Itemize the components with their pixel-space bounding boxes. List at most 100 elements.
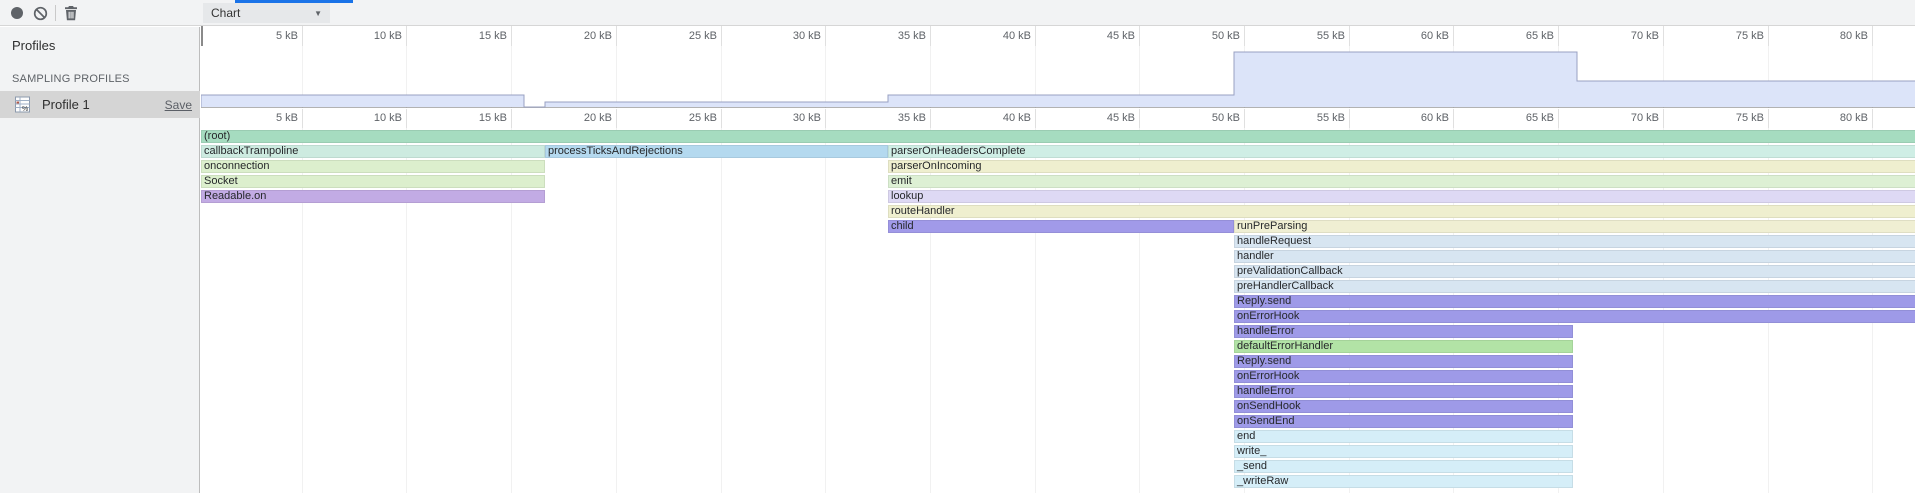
ruler-tick [616,109,617,128]
flame-bar[interactable]: defaultErrorHandler [1234,340,1573,353]
chevron-down-icon: ▼ [314,9,322,18]
record-heap-profile-button[interactable] [6,3,28,23]
flame-bar[interactable]: parserOnHeadersComplete [888,145,1915,158]
delete-profile-button[interactable] [60,3,82,23]
profile-item-selected[interactable]: % Profile 1 Save [0,91,200,118]
ruler-tick-label: 10 kB [326,30,402,42]
flame-bar[interactable]: onconnection [201,160,545,173]
view-mode-select[interactable]: Chart ▼ [203,3,330,23]
ruler-tick-label: 65 kB [1478,112,1554,124]
ruler-tick-label: 75 kB [1688,30,1764,42]
flame-bar[interactable]: parserOnIncoming [888,160,1915,173]
ruler-tick [1349,26,1350,46]
ruler-tick-label: 30 kB [745,30,821,42]
ruler-tick [1663,26,1664,46]
flame-bar[interactable]: Readable.on [201,190,545,203]
flame-bar[interactable]: child [888,220,1234,233]
ruler-tick-label: 80 kB [1792,112,1868,124]
flame-bar[interactable]: handleError [1234,385,1573,398]
profiles-sidebar: Profiles SAMPLING PROFILES % Profile 1 S… [0,27,200,493]
ruler-tick-label: 40 kB [955,112,1031,124]
ruler-tick [406,26,407,46]
ruler-tick-label: 50 kB [1164,112,1240,124]
profile-document-icon: % [14,96,31,113]
ruler-tick [1453,109,1454,128]
ruler-tick [1768,26,1769,46]
flame-bar[interactable]: handleError [1234,325,1573,338]
gridline [721,128,722,493]
ruler-tick-label: 45 kB [1059,30,1135,42]
ruler-tick-label: 15 kB [431,30,507,42]
flame-bar[interactable]: _send [1234,460,1573,473]
view-mode-value: Chart [211,6,240,20]
memory-overview-graph[interactable] [201,46,1915,108]
ruler-tick [616,26,617,46]
ruler-tick [1768,109,1769,128]
ruler-tick-label: 60 kB [1373,112,1449,124]
ruler-tick [511,26,512,46]
flame-bar[interactable]: preValidationCallback [1234,265,1915,278]
clear-all-profiles-button[interactable] [29,3,51,23]
flame-bar[interactable]: onErrorHook [1234,310,1915,323]
flame-chart[interactable]: (root) callbackTrampolineprocessTicksAndR… [201,128,1915,493]
ruler-tick-label: 40 kB [955,30,1031,42]
flame-bar[interactable]: onErrorHook [1234,370,1573,383]
ruler-bottom: 5 kB10 kB15 kB20 kB25 kB30 kB35 kB40 kB4… [201,109,1915,128]
flame-bar[interactable]: routeHandler [888,205,1915,218]
ruler-tick [1663,109,1664,128]
ruler-tick [930,109,931,128]
ruler-tick [721,26,722,46]
flame-bar[interactable]: onSendEnd [1234,415,1573,428]
ruler-tick [1035,109,1036,128]
ruler-tick [1558,109,1559,128]
flame-bar[interactable]: emit [888,175,1915,188]
flame-chart-pane: 5 kB10 kB15 kB20 kB25 kB30 kB35 kB40 kB4… [201,26,1915,493]
ruler-tick [1035,26,1036,46]
ruler-tick [1244,26,1245,46]
ruler-tick-label: 35 kB [850,112,926,124]
ruler-tick [302,26,303,46]
ruler-tick [1244,109,1245,128]
flame-bar[interactable]: onSendHook [1234,400,1573,413]
profile-name: Profile 1 [42,97,90,112]
svg-text:%: % [22,106,28,113]
ruler-tick-label: 70 kB [1583,30,1659,42]
gridline [616,128,617,493]
flame-bar[interactable]: write_ [1234,445,1573,458]
ruler-top: 5 kB10 kB15 kB20 kB25 kB30 kB35 kB40 kB4… [201,26,1915,46]
flame-bar[interactable]: end [1234,430,1573,443]
ruler-tick-label: 80 kB [1792,30,1868,42]
flame-bar[interactable]: handleRequest [1234,235,1915,248]
sampling-profiles-section-label: SAMPLING PROFILES [12,73,130,85]
memory-overview[interactable] [201,46,1915,108]
flame-bar[interactable]: (root) [201,130,1915,143]
ruler-tick [406,109,407,128]
ruler-tick-label: 20 kB [536,112,612,124]
ruler-tick-label: 5 kB [222,30,298,42]
record-icon [11,7,23,19]
ruler-tick [1453,26,1454,46]
flame-bar[interactable]: preHandlerCallback [1234,280,1915,293]
flame-bar[interactable]: Socket [201,175,545,188]
clear-icon [33,6,48,21]
flame-bar[interactable]: runPreParsing [1234,220,1915,233]
flame-bar[interactable]: lookup [888,190,1915,203]
memory-profiler-panel: Chart ▼ Profiles SAMPLING PROFILES % Pro… [0,0,1915,493]
ruler-tick [930,26,931,46]
ruler-tick-label: 30 kB [745,112,821,124]
ruler-tick-label: 10 kB [326,112,402,124]
trash-icon [64,5,78,21]
toolbar-divider [55,5,56,21]
ruler-tick [721,109,722,128]
profiles-heading: Profiles [12,38,55,53]
ruler-tick-label: 15 kB [431,112,507,124]
flame-bar[interactable]: processTicksAndRejections [545,145,888,158]
flame-bar[interactable]: handler [1234,250,1915,263]
save-profile-link[interactable]: Save [165,98,192,112]
ruler-tick [1349,109,1350,128]
ruler-tick-label: 20 kB [536,30,612,42]
flame-bar[interactable]: callbackTrampoline [201,145,545,158]
flame-bar[interactable]: Reply.send [1234,355,1573,368]
flame-bar[interactable]: _writeRaw [1234,475,1573,488]
flame-bar[interactable]: Reply.send [1234,295,1915,308]
